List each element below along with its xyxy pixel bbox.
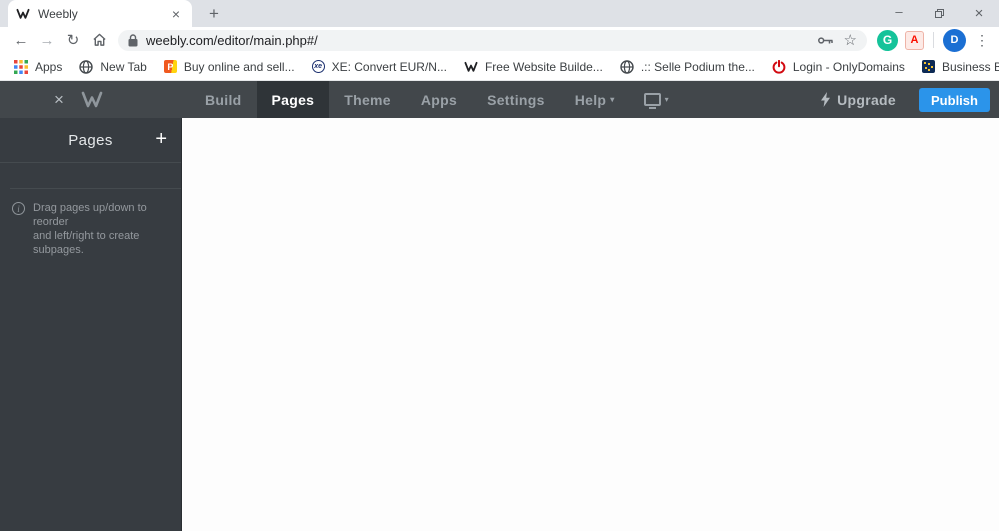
globe-icon [620, 59, 634, 74]
sidebar-header: Pages + [0, 118, 181, 162]
chevron-down-icon: ▾ [664, 95, 669, 104]
weebly-icon [464, 61, 478, 72]
bookmark-selle-podium[interactable]: .:: Selle Podium the... [620, 60, 755, 74]
bookmark-business-banking[interactable]: Business Banking -... [921, 60, 999, 74]
window-controls: – × [879, 0, 999, 27]
bookmark-onlydomains[interactable]: Login - OnlyDomains [772, 59, 905, 74]
upgrade-button[interactable]: Upgrade [820, 81, 896, 118]
weebly-logo [80, 90, 104, 109]
paypal-icon: P [163, 60, 177, 73]
home-button[interactable] [86, 29, 112, 51]
monitor-icon [643, 93, 661, 109]
tab-close-icon[interactable]: × [168, 6, 184, 22]
back-button[interactable]: ← [8, 29, 34, 51]
minimize-button[interactable]: – [879, 0, 919, 27]
bookmark-xe-convert[interactable]: xe XE: Convert EUR/N... [311, 60, 447, 74]
window-close-button[interactable]: × [959, 0, 999, 27]
tab-title: Weebly [38, 6, 78, 21]
publish-button[interactable]: Publish [919, 88, 990, 112]
bookmarks-bar: Apps New Tab P Buy online and sell... xe… [0, 53, 999, 81]
bank-icon [921, 60, 935, 73]
minimize-icon: – [895, 4, 903, 19]
toolbar-separator [933, 32, 934, 48]
add-page-button[interactable]: + [155, 128, 167, 150]
nav-help-label: Help [574, 91, 607, 108]
password-key-icon[interactable] [817, 36, 834, 45]
bookmark-buy-online[interactable]: P Buy online and sell... [163, 60, 295, 74]
bookmark-star-icon[interactable]: ☆ [844, 31, 857, 49]
drag-hint-line2: and left/right to create subpages. [33, 230, 140, 256]
device-preview-button[interactable]: ▾ [630, 81, 683, 118]
editor-nav: Build Pages Theme Apps Settings Help ▾ ▾ [190, 81, 683, 118]
chrome-menu-icon[interactable]: ⋮ [973, 32, 991, 49]
drag-hint-text: Drag pages up/down to reorder and left/r… [33, 201, 171, 257]
nav-help[interactable]: Help ▾ [560, 81, 630, 118]
editor-toolbar: × Build Pages Theme Apps Settings Help ▾… [0, 81, 999, 118]
refresh-button[interactable]: ↻ [60, 29, 86, 51]
home-icon [92, 33, 106, 46]
sidebar-title: Pages [68, 131, 113, 149]
lock-icon [128, 33, 138, 46]
nav-build[interactable]: Build [190, 81, 257, 118]
browser-toolbar: ← → ↻ weebly.com/editor/main.php#/ ☆ G A… [0, 27, 999, 53]
nav-theme[interactable]: Theme [329, 81, 406, 118]
drag-hint-line1: Drag pages up/down to reorder [33, 202, 147, 228]
restore-icon [934, 9, 944, 18]
pages-list[interactable] [0, 163, 181, 188]
lightning-icon [821, 92, 831, 107]
upgrade-label: Upgrade [837, 91, 896, 108]
address-bar[interactable]: weebly.com/editor/main.php#/ ☆ [118, 29, 867, 51]
tab-strip: Weebly × + – × [0, 0, 999, 27]
nav-settings[interactable]: Settings [472, 81, 560, 118]
drag-hint: i Drag pages up/down to reorder and left… [0, 189, 181, 257]
editor-canvas[interactable] [183, 118, 999, 531]
bookmark-free-website-builder[interactable]: Free Website Builde... [464, 60, 603, 74]
weebly-favicon [16, 8, 30, 19]
info-icon: i [12, 202, 25, 215]
forward-button[interactable]: → [34, 29, 60, 51]
apps-grid-icon [14, 59, 28, 74]
nav-pages[interactable]: Pages [256, 81, 330, 118]
xe-currency-icon: xe [311, 60, 325, 73]
bookmark-new-tab[interactable]: New Tab [79, 59, 147, 74]
adobe-acrobat-extension-icon[interactable]: A [905, 30, 924, 50]
extensions-area: G A D ⋮ [877, 28, 991, 52]
new-tab-button[interactable]: + [202, 3, 226, 27]
pages-sidebar: Pages + i Drag pages up/down to reorder … [0, 118, 182, 531]
window-close-icon: × [974, 5, 984, 22]
editor-close-button[interactable]: × [54, 81, 64, 118]
restore-button[interactable] [919, 0, 959, 27]
grammarly-extension-icon[interactable]: G [877, 29, 898, 51]
bookmark-apps[interactable]: Apps [14, 59, 62, 74]
browser-tab[interactable]: Weebly × [8, 0, 192, 27]
power-icon [772, 59, 786, 74]
chevron-down-icon: ▾ [610, 95, 615, 104]
url-text[interactable]: weebly.com/editor/main.php#/ [146, 33, 818, 48]
nav-apps[interactable]: Apps [406, 81, 472, 118]
profile-avatar[interactable]: D [943, 28, 966, 52]
globe-icon [79, 59, 94, 74]
